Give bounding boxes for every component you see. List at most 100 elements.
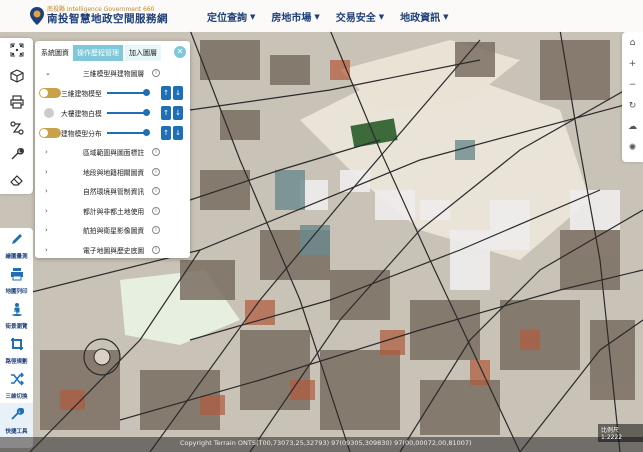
copyright-text: Copyright Terrain ONTS(T00,73073,25,3279… — [180, 439, 472, 447]
wrench-tool-button[interactable] — [0, 142, 33, 168]
move-up-button[interactable]: ↑ — [161, 85, 171, 100]
settings-icon: ✺ — [628, 142, 637, 153]
left-toolbar — [0, 38, 33, 194]
info-icon[interactable]: i — [152, 148, 160, 157]
layer-toggle[interactable] — [44, 107, 54, 118]
opacity-slider[interactable] — [107, 128, 150, 136]
draw-measure-button[interactable]: 繪圖量測 — [0, 228, 33, 263]
chevron-down-icon: ▼ — [443, 12, 449, 21]
layer-panel: 系統圖資 操作歷程管理 加入圖層 ✕ ⌄ 三維模型與建物圖層 i 三維建物模型 … — [35, 41, 190, 258]
layer-category[interactable]: › 都計與非都土地使用 i — [35, 201, 190, 221]
info-icon[interactable]: i — [152, 187, 160, 196]
layers-button[interactable]: ☁ — [622, 116, 643, 137]
shuffle-icon — [10, 371, 24, 390]
info-icon[interactable]: i — [152, 167, 160, 176]
sublayer-label: 大樓建物白模 — [61, 109, 102, 118]
tab-operation-history[interactable]: 操作歷程管理 — [73, 45, 123, 61]
slider-knob[interactable] — [143, 128, 150, 136]
layer-toggle[interactable] — [39, 127, 61, 138]
route-tool-button[interactable] — [0, 116, 33, 142]
zoom-in-button[interactable]: + — [622, 53, 643, 74]
layer-category[interactable]: › 航拍與衛星影像圖資 i — [35, 221, 190, 241]
chevron-right-icon: › — [45, 245, 48, 254]
quick-toolbar: 繪圖量測 地圖列印 街景瀏覽 路徑規劃 三維切換 快捷工具 — [0, 228, 33, 448]
move-down-button[interactable]: ↓ — [173, 105, 183, 120]
info-icon[interactable]: i — [152, 68, 160, 77]
street-view-button[interactable]: 街景瀏覽 — [0, 298, 33, 333]
printer-icon — [10, 266, 24, 285]
home-icon: ⌂ — [629, 37, 636, 48]
zoom-out-button[interactable]: − — [622, 74, 643, 95]
scale-indicator: 比例尺 1:2222 — [598, 424, 643, 442]
move-up-button[interactable]: ↑ — [161, 105, 171, 120]
main-nav: 定位查詢 ▼ 房地市場 ▼ 交易安全 ▼ 地政資訊 ▼ — [207, 9, 465, 25]
quick-tools-button[interactable]: 快捷工具 — [0, 403, 33, 438]
print-icon — [9, 94, 24, 113]
3d-switch-button[interactable]: 三維切換 — [0, 368, 33, 403]
move-up-button[interactable]: ↑ — [161, 125, 171, 140]
route-icon — [9, 120, 24, 139]
layers-icon: ☁ — [628, 121, 637, 132]
layer-category[interactable]: › 電子地圖與歷史底圖 i — [35, 240, 190, 260]
info-icon[interactable]: i — [152, 206, 160, 215]
nav-transaction-safety[interactable]: 交易安全 ▼ — [336, 9, 385, 25]
3d-tool-button[interactable] — [0, 64, 33, 90]
footer-bar: Copyright Terrain ONTS(T00,73073,25,3279… — [0, 437, 643, 452]
sublayer-white-model: 大樓建物白模 ↑ ↓ — [35, 103, 190, 123]
info-icon[interactable]: i — [152, 245, 160, 254]
layer-group-label: 三維模型與建物圖層 — [83, 69, 145, 78]
rotate-button[interactable]: ↻ — [622, 95, 643, 116]
cube-icon — [9, 68, 24, 87]
minus-icon: − — [628, 79, 637, 90]
home-button[interactable]: ⌂ — [622, 32, 643, 53]
nav-real-estate-market[interactable]: 房地市場 ▼ — [271, 9, 320, 25]
tab-system-layers[interactable]: 系統圖資 — [37, 45, 73, 61]
move-down-button[interactable]: ↓ — [173, 125, 183, 140]
top-header: 南投縣 Intelligence Government 660 南投智慧地政空間… — [0, 0, 643, 32]
eraser-icon — [9, 172, 24, 191]
chevron-down-icon: ⌄ — [45, 68, 51, 77]
layer-category[interactable]: › 自然環境與管制資訊 i — [35, 182, 190, 202]
layer-category[interactable]: › 區域範圍與圖面標註 i — [35, 143, 190, 163]
map-print-button[interactable]: 地圖列印 — [0, 263, 33, 298]
site-logo[interactable]: 南投縣 Intelligence Government 660 南投智慧地政空間… — [30, 7, 168, 25]
layer-toggle[interactable] — [39, 87, 61, 98]
chevron-right-icon: › — [45, 226, 48, 235]
points-tool-button[interactable] — [0, 38, 33, 64]
rotate-icon: ↻ — [628, 100, 637, 111]
sublayer-label: 建物模型分布 — [61, 129, 102, 138]
nav-location-search[interactable]: 定位查詢 ▼ — [207, 9, 256, 25]
close-panel-button[interactable]: ✕ — [174, 46, 186, 58]
move-down-button[interactable]: ↓ — [173, 85, 183, 100]
sublayer-3d-building-model: 三維建物模型 ↑ ↓ — [35, 83, 190, 103]
crop-icon — [10, 336, 24, 355]
tab-add-layer[interactable]: 加入圖層 — [125, 45, 161, 61]
pegman-icon — [10, 301, 24, 320]
slider-knob[interactable] — [143, 108, 150, 116]
opacity-slider[interactable] — [107, 88, 150, 96]
chevron-down-icon: ▼ — [250, 12, 256, 21]
chevron-right-icon: › — [45, 167, 48, 176]
chevron-right-icon: › — [45, 187, 48, 196]
sublayer-model-distribution: 建物模型分布 ↑ ↓ — [35, 123, 190, 143]
slider-knob[interactable] — [143, 88, 150, 96]
logo-title: 南投智慧地政空間服務網 — [47, 13, 168, 26]
settings-button[interactable]: ✺ — [622, 137, 643, 158]
eraser-tool-button[interactable] — [0, 168, 33, 194]
wrench-icon — [10, 146, 24, 165]
opacity-slider[interactable] — [107, 108, 150, 116]
nav-land-info[interactable]: 地政資訊 ▼ — [400, 9, 449, 25]
chevron-down-icon: ▼ — [314, 12, 320, 21]
points-icon — [10, 42, 24, 61]
route-planning-button[interactable]: 路徑規劃 — [0, 333, 33, 368]
chevron-down-icon: ▼ — [378, 12, 385, 21]
print-tool-button[interactable] — [0, 90, 33, 116]
chevron-right-icon: › — [45, 206, 48, 215]
panel-tabs: 系統圖資 操作歷程管理 加入圖層 ✕ — [35, 43, 190, 63]
pencil-icon — [10, 231, 24, 250]
location-pin-icon — [30, 7, 44, 25]
layer-category[interactable]: › 地段與地籍相關圖資 i — [35, 162, 190, 182]
right-toolbar: ⌂ + − ↻ ☁ ✺ — [622, 32, 643, 162]
info-icon[interactable]: i — [152, 226, 160, 235]
layer-group-3d-models[interactable]: ⌄ 三維模型與建物圖層 i — [35, 63, 190, 83]
